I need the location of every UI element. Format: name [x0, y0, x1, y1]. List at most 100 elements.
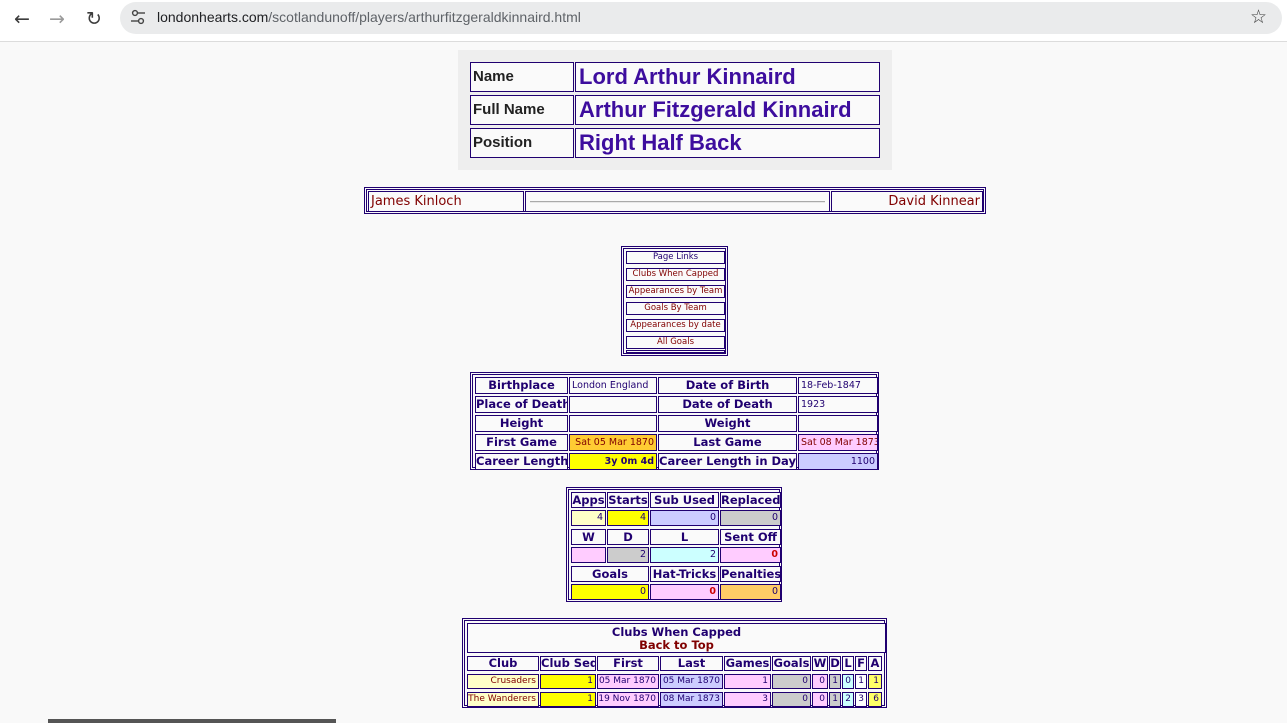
- club-name[interactable]: The Wanderers: [467, 692, 539, 707]
- next-player-link[interactable]: David Kinnear: [831, 191, 983, 212]
- dod-value: 1923: [798, 396, 878, 413]
- club-w: 0: [812, 692, 828, 707]
- goals-value: 0: [571, 584, 649, 600]
- player-navigation: James Kinloch David Kinnear: [364, 187, 986, 214]
- page-links-title: Page Links: [626, 251, 725, 264]
- link-goals-by-team[interactable]: Goals By Team: [626, 302, 725, 315]
- club-first: 19 Nov 1870: [597, 692, 659, 707]
- dob-label: Date of Birth: [658, 377, 797, 394]
- arrow-left-icon: ←: [14, 8, 30, 30]
- club-f: 1: [855, 674, 867, 689]
- col-w: W: [812, 656, 828, 671]
- starts-value: 4: [607, 510, 649, 526]
- name-label: Name: [470, 62, 574, 92]
- appearance-stats-table: Apps Starts Sub Used Replaced 4 4 0 0 W …: [566, 487, 782, 602]
- draws-header: D: [607, 529, 649, 545]
- back-button[interactable]: ←: [9, 8, 35, 30]
- wins-value: [571, 547, 606, 563]
- col-games: Games: [724, 656, 771, 671]
- position-label: Position: [470, 128, 574, 158]
- career-days-value: 1100: [798, 453, 878, 470]
- club-goals: 0: [772, 674, 811, 689]
- replaced-header: Replaced: [720, 492, 781, 508]
- birthplace-label: Birthplace: [475, 377, 568, 394]
- club-name[interactable]: Crusaders: [467, 674, 539, 689]
- weight-value: [798, 415, 878, 432]
- tune-icon[interactable]: [130, 9, 146, 25]
- reload-button[interactable]: ↻: [81, 8, 107, 30]
- col-club: Club: [467, 656, 539, 671]
- link-clubs-when-capped[interactable]: Clubs When Capped: [626, 268, 725, 281]
- height-value: [569, 415, 657, 432]
- link-appearances-by-date[interactable]: Appearances by date: [626, 319, 725, 332]
- club-seq: 1: [540, 674, 596, 689]
- pod-value: [569, 396, 657, 413]
- club-l: 0: [842, 674, 854, 689]
- club-games: 1: [724, 674, 771, 689]
- player-header: Name Lord Arthur Kinnaird Full Name Arth…: [458, 50, 892, 170]
- club-first: 05 Mar 1870: [597, 674, 659, 689]
- club-w: 0: [812, 674, 828, 689]
- col-first: First: [597, 656, 659, 671]
- page-content: Name Lord Arthur Kinnaird Full Name Arth…: [0, 42, 1287, 723]
- link-all-goals[interactable]: All Goals: [626, 336, 725, 349]
- browser-toolbar: ← → ↻ londonhearts.com/scotlandunoff/pla…: [0, 0, 1287, 42]
- player-full-name: Arthur Fitzgerald Kinnaird: [575, 95, 880, 125]
- club-games: 3: [724, 692, 771, 707]
- col-last: Last: [660, 656, 723, 671]
- apps-header: Apps: [571, 492, 606, 508]
- hat-tricks-value: 0: [650, 584, 719, 600]
- club-seq: 1: [540, 692, 596, 707]
- col-d: D: [829, 656, 841, 671]
- address-bar[interactable]: londonhearts.com/scotlandunoff/players/a…: [120, 2, 1282, 34]
- losses-value: 2: [650, 547, 719, 563]
- apps-value: 4: [571, 510, 606, 526]
- club-last: 08 Mar 1873: [660, 692, 723, 707]
- club-a: 1: [868, 674, 882, 689]
- full-name-label: Full Name: [470, 95, 574, 125]
- weight-label: Weight: [658, 415, 797, 432]
- page-links-spacer: [626, 350, 725, 353]
- club-l: 2: [842, 692, 854, 707]
- star-icon[interactable]: ☆: [1250, 6, 1267, 28]
- link-appearances-by-team[interactable]: Appearances by Team: [626, 285, 725, 298]
- url-path: /scotlandunoff/players/arthurfitzgeraldk…: [268, 9, 581, 25]
- birthplace-value: London England: [569, 377, 657, 394]
- club-f: 3: [855, 692, 867, 707]
- arrow-right-icon: →: [49, 8, 65, 30]
- club-goals: 0: [772, 692, 811, 707]
- height-label: Height: [475, 415, 568, 432]
- career-length-value: 3y 0m 4d: [569, 453, 657, 470]
- last-game-value[interactable]: Sat 08 Mar 1873: [798, 434, 878, 451]
- losses-header: L: [650, 529, 719, 545]
- career-days-label: Career Length in Days: [658, 453, 797, 470]
- starts-header: Starts: [607, 492, 649, 508]
- first-game-value[interactable]: Sat 05 Mar 1870: [569, 434, 657, 451]
- pod-label: Place of Death: [475, 396, 568, 413]
- first-game-label: First Game: [475, 434, 568, 451]
- club-a: 6: [868, 692, 882, 707]
- goals-header: Goals: [571, 566, 649, 582]
- col-goals: Goals: [772, 656, 811, 671]
- club-last: 05 Mar 1870: [660, 674, 723, 689]
- penalties-value: 0: [720, 584, 781, 600]
- sub-used-header: Sub Used: [650, 492, 719, 508]
- career-length-label: Career Length: [475, 453, 568, 470]
- back-to-top-link[interactable]: Back to Top: [468, 639, 885, 652]
- draws-value: 2: [607, 547, 649, 563]
- clubs-when-capped-table: Clubs When Capped Back to Top Club Club …: [462, 618, 887, 708]
- prev-player-link[interactable]: James Kinloch: [368, 191, 524, 212]
- url-text[interactable]: londonhearts.com/scotlandunoff/players/a…: [157, 9, 581, 25]
- replaced-value: 0: [720, 510, 781, 526]
- penalties-header: Penalties: [720, 566, 781, 582]
- scrollbar[interactable]: [48, 719, 336, 723]
- sent-off-value: 0: [720, 547, 781, 563]
- player-name: Lord Arthur Kinnaird: [575, 62, 880, 92]
- col-club-seq: Club Seq: [540, 656, 596, 671]
- hat-tricks-header: Hat-Tricks: [650, 566, 719, 582]
- dob-value: 18-Feb-1847: [798, 377, 878, 394]
- url-host: londonhearts.com: [157, 9, 269, 25]
- forward-button[interactable]: →: [44, 8, 70, 30]
- sub-used-value: 0: [650, 510, 719, 526]
- page-links-box: Page Links Clubs When Capped Appearances…: [621, 246, 728, 356]
